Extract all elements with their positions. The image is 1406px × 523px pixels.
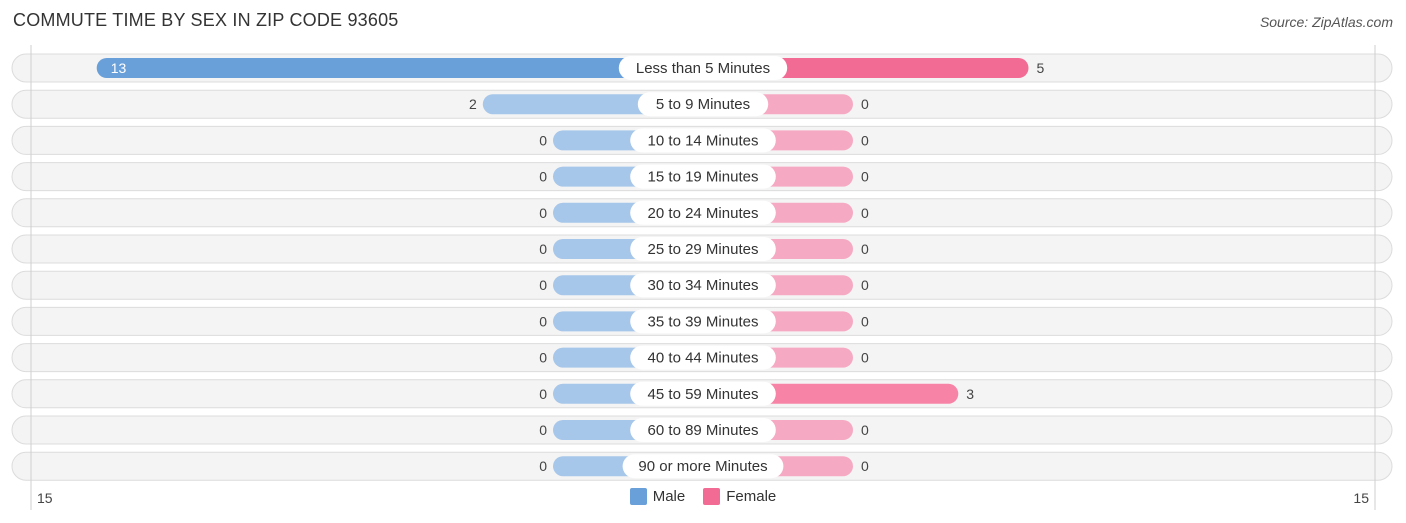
male-value-label: 0 [539,386,547,402]
chart-row: 0 3 45 to 59 Minutes [11,379,1393,409]
legend-label-male: Male [652,488,686,505]
chart-row: 0 0 30 to 34 Minutes [11,270,1393,300]
chart-row: 0 0 15 to 19 Minutes [11,162,1393,192]
male-value-label: 0 [539,169,547,185]
female-value-label: 3 [966,386,974,402]
legend: Male Female [0,488,1406,505]
category-label: 35 to 39 Minutes [648,313,759,330]
male-value-label: 0 [539,313,547,329]
category-label: 30 to 34 Minutes [648,277,759,294]
chart-row: 0 0 25 to 29 Minutes [11,234,1393,264]
male-value-label: 0 [539,241,547,257]
chart-row: 0 0 20 to 24 Minutes [11,198,1393,228]
legend-item-female[interactable]: Female [703,488,776,505]
female-value-label: 0 [861,313,869,329]
category-label: 40 to 44 Minutes [648,350,759,367]
male-value-label: 2 [469,96,477,112]
male-value-label: 0 [539,132,547,148]
male-value-label: 0 [539,277,547,293]
female-value-label: 0 [861,422,869,438]
female-value-label: 5 [1037,60,1045,76]
chart-rows: 13 5Less than 5 Minutes2 05 to 9 Minutes0 0… [11,53,1393,481]
chart-row: 0 0 10 to 14 Minutes [11,125,1393,155]
male-value-label: 13 [111,60,127,76]
category-label: 20 to 24 Minutes [648,205,759,222]
legend-swatch-male [629,488,647,505]
legend-swatch-female [703,488,721,505]
female-value-label: 0 [861,350,869,366]
chart-row: 2 0 5 to 9 Minutes [11,89,1393,119]
male-value-label: 0 [539,422,547,438]
female-value-label: 0 [861,241,869,257]
female-value-label: 0 [861,277,869,293]
female-value-label: 0 [861,96,869,112]
category-label: 45 to 59 Minutes [648,386,759,403]
female-value-label: 0 [861,458,869,474]
category-label: 5 to 9 Minutes [656,96,750,113]
category-label: Less than 5 Minutes [636,60,770,77]
legend-item-male[interactable]: Male [629,488,686,505]
female-value-label: 0 [861,132,869,148]
chart-row: 0 0 35 to 39 Minutes [11,306,1393,336]
chart-row: 0 0 60 to 89 Minutes [11,415,1393,445]
category-label: 90 or more Minutes [638,458,767,475]
category-label: 25 to 29 Minutes [648,241,759,258]
category-label: 15 to 19 Minutes [648,169,759,186]
chart-row: 13 5 Less than 5 Minutes [11,53,1393,83]
male-value-label: 0 [539,205,547,221]
chart-row: 0 0 40 to 44 Minutes [11,343,1393,373]
category-label: 10 to 14 Minutes [648,132,759,149]
male-bar[interactable] [96,58,703,78]
chart-row: 0 0 90 or more Minutes [11,451,1393,481]
legend-label-female: Female [726,488,777,505]
chart-area: 13 5Less than 5 Minutes2 05 to 9 Minutes0 0… [11,45,1393,510]
category-label: 60 to 89 Minutes [648,422,759,439]
female-value-label: 0 [861,205,869,221]
female-value-label: 0 [861,169,869,185]
male-value-label: 0 [539,350,547,366]
male-value-label: 0 [539,458,547,474]
